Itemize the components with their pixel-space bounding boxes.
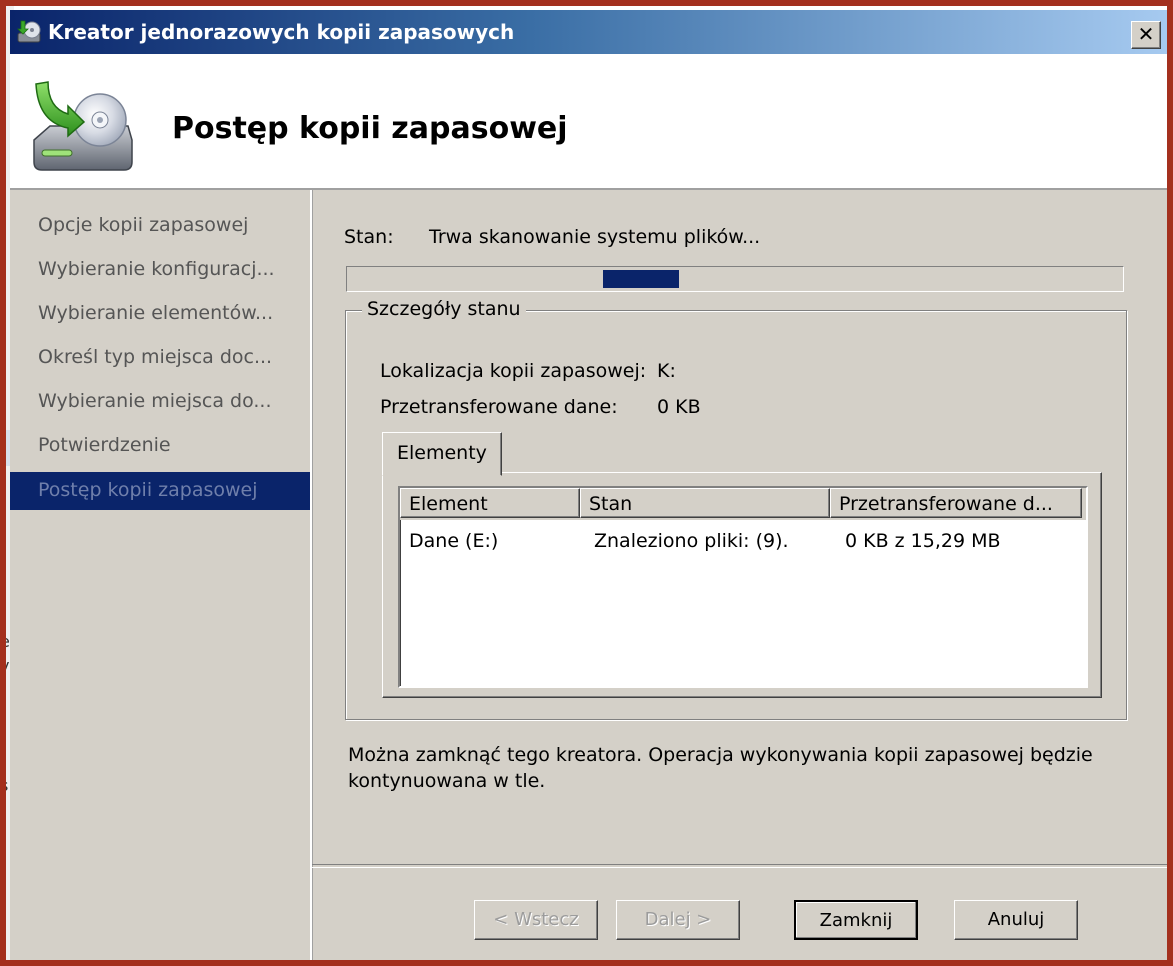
button-separator <box>312 864 1167 868</box>
status-details-title: Szczegóły stanu <box>362 298 526 320</box>
page-title: Postęp kopii zapasowej <box>172 111 568 146</box>
sidebar-step-confirmation[interactable]: Potwierdzenie <box>38 434 171 456</box>
close-icon[interactable]: ✕ <box>1131 21 1161 49</box>
background-text-fragment: y <box>0 656 10 675</box>
sidebar-step-configuration[interactable]: Wybieranie konfiguracj... <box>38 258 275 280</box>
sidebar-step-backup-progress[interactable]: Postęp kopii zapasowej <box>10 472 310 510</box>
background-text-fragment: e <box>0 632 10 651</box>
wizard-steps-sidebar: Opcje kopii zapasowej Wybieranie konfigu… <box>10 190 312 966</box>
transferred-value: 0 KB <box>657 396 701 418</box>
back-button[interactable]: < Wstecz <box>474 900 598 940</box>
sidebar-step-backup-options[interactable]: Opcje kopii zapasowej <box>38 214 248 236</box>
wizard-header: Postęp kopii zapasowej <box>10 54 1167 190</box>
tab-elements[interactable]: Elementy <box>382 432 502 476</box>
title-bar[interactable]: Kreator jednorazowych kopii zapasowych ✕ <box>10 10 1167 54</box>
sidebar-step-destination[interactable]: Wybieranie miejsca do... <box>38 390 271 412</box>
background-text-fragment: s <box>0 776 9 795</box>
close-button[interactable]: Zamknij <box>794 900 918 940</box>
cell-status: Znaleziono pliki: (9). <box>594 530 789 552</box>
list-header: Element Stan Przetransferowane d... <box>400 488 1086 520</box>
column-header-transferred[interactable]: Przetransferowane d... <box>830 488 1082 518</box>
next-button-label: Dalej > <box>644 909 712 930</box>
cancel-button-label: Anuluj <box>987 909 1045 930</box>
column-header-status[interactable]: Stan <box>580 488 830 518</box>
status-value: Trwa skanowanie systemu plików... <box>429 226 761 248</box>
items-list-view[interactable]: Element Stan Przetransferowane d... Dane… <box>398 486 1088 688</box>
cancel-button[interactable]: Anuluj <box>954 900 1078 940</box>
location-label: Lokalizacja kopii zapasowej: <box>380 360 647 382</box>
backup-disk-icon <box>33 81 133 171</box>
close-button-label: Zamknij <box>819 910 893 931</box>
sidebar-step-items[interactable]: Wybieranie elementów... <box>38 302 273 324</box>
next-button[interactable]: Dalej > <box>616 900 740 940</box>
wizard-content: Stan: Trwa skanowanie systemu plików... … <box>312 190 1167 966</box>
progress-bar <box>346 266 1124 292</box>
cell-transferred: 0 KB z 15,29 MB <box>845 530 1001 552</box>
background-info-text: Można zamknąć tego kreatora. Operacja wy… <box>348 744 1093 792</box>
wizard-window: Kreator jednorazowych kopii zapasowych ✕ <box>10 10 1167 966</box>
progress-marquee-chunk <box>603 270 679 288</box>
back-button-label: < Wstecz <box>493 909 579 930</box>
backup-app-icon <box>17 20 41 43</box>
transferred-label: Przetransferowane dane: <box>380 396 618 418</box>
status-label: Stan: <box>344 226 394 248</box>
column-header-element[interactable]: Element <box>400 488 580 518</box>
cell-element: Dane (E:) <box>409 530 499 552</box>
window-title: Kreator jednorazowych kopii zapasowych <box>48 20 515 44</box>
location-value: K: <box>657 360 676 382</box>
sidebar-step-destination-type[interactable]: Określ typ miejsca doc... <box>38 346 272 368</box>
